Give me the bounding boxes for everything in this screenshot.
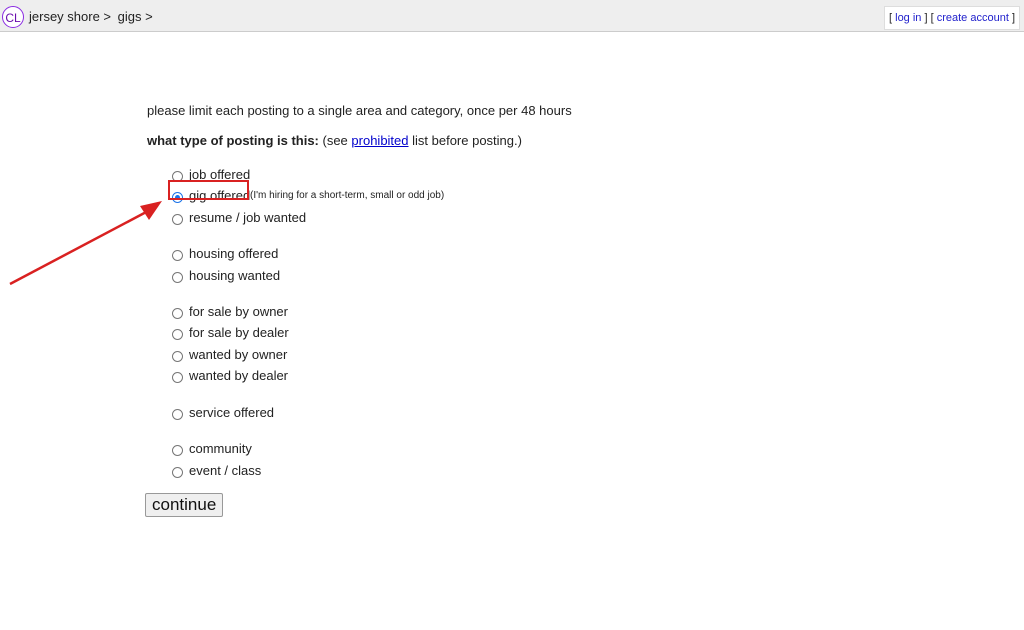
continue-button[interactable]: continue [145,493,224,517]
arrow-head [140,201,162,220]
annotation-arrow [9,201,162,286]
arrow-line [9,208,151,286]
